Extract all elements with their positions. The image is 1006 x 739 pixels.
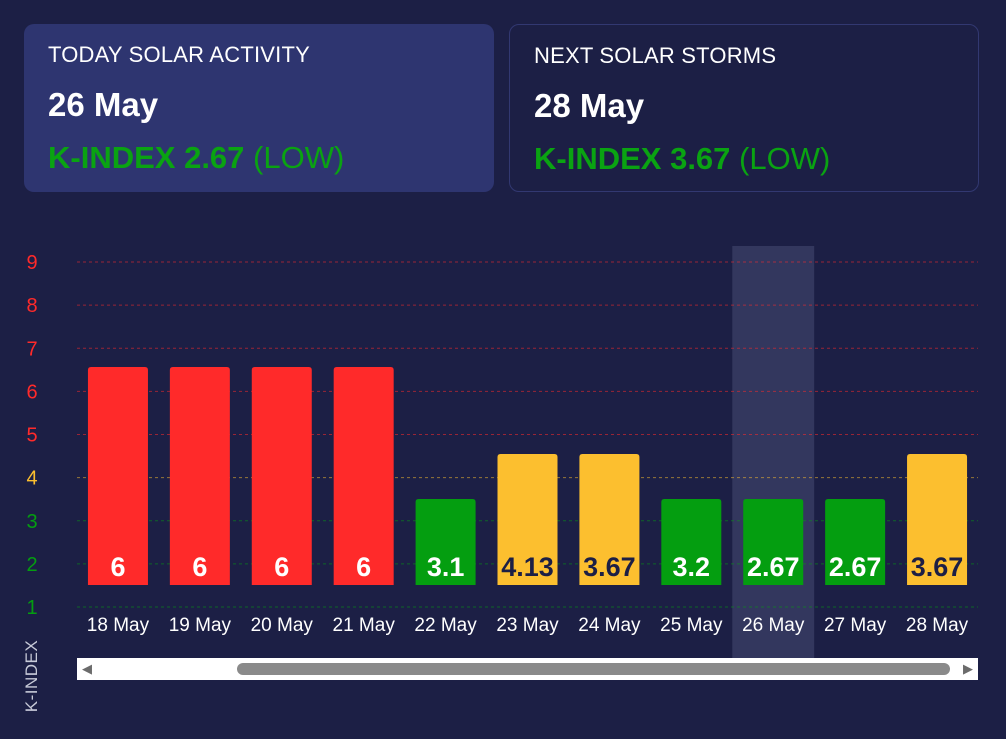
scrollbar-thumb[interactable] <box>237 663 950 675</box>
scroll-left-arrow-icon[interactable]: ◀ <box>79 661 95 677</box>
x-tick-label: 24 May <box>578 615 641 636</box>
x-tick-label: 27 May <box>824 615 887 636</box>
bar-value-label: 2.67 <box>829 552 882 582</box>
y-tick-label: 4 <box>26 468 37 490</box>
bar-value-label: 2.67 <box>747 552 800 582</box>
highlighted-column <box>732 246 815 658</box>
y-tick-label: 7 <box>26 338 37 360</box>
x-tick-label: 28 May <box>906 615 969 636</box>
y-tick-label: 1 <box>26 597 37 619</box>
scroll-right-arrow-icon[interactable]: ▶ <box>960 661 976 677</box>
x-tick-label: 22 May <box>414 615 477 636</box>
bar-value-label: 4.13 <box>501 552 554 582</box>
bar-value-label: 6 <box>356 552 371 582</box>
x-tick-label: 18 May <box>87 615 150 636</box>
bar-value-label: 6 <box>192 552 207 582</box>
x-tick-label: 20 May <box>251 615 314 636</box>
bar-value-label: 3.67 <box>911 552 964 582</box>
y-tick-label: 9 <box>26 252 37 274</box>
bar-value-label: 3.1 <box>427 552 465 582</box>
x-tick-label: 19 May <box>169 615 232 636</box>
y-tick-label: 6 <box>26 381 37 403</box>
x-tick-label: 26 May <box>742 615 805 636</box>
bar-value-label: 6 <box>274 552 289 582</box>
bar-value-label: 3.67 <box>583 552 636 582</box>
x-tick-label: 25 May <box>660 615 723 636</box>
y-tick-label: 3 <box>26 511 37 533</box>
x-tick-label: 21 May <box>333 615 396 636</box>
bar-value-label: 6 <box>110 552 125 582</box>
y-axis-title: K-INDEX <box>22 639 41 713</box>
y-tick-label: 2 <box>26 554 37 576</box>
y-tick-label: 8 <box>26 295 37 317</box>
bar-value-label: 3.2 <box>673 552 711 582</box>
chart-scrollbar[interactable]: ◀ ▶ <box>77 658 978 680</box>
x-tick-label: 23 May <box>496 615 559 636</box>
y-tick-label: 5 <box>26 425 37 447</box>
k-index-bar-chart: 1 2 3 4 5 6 7 8 9 6 18 May 6 19 May 6 20 May 6 21 May 3.1… <box>26 246 978 658</box>
